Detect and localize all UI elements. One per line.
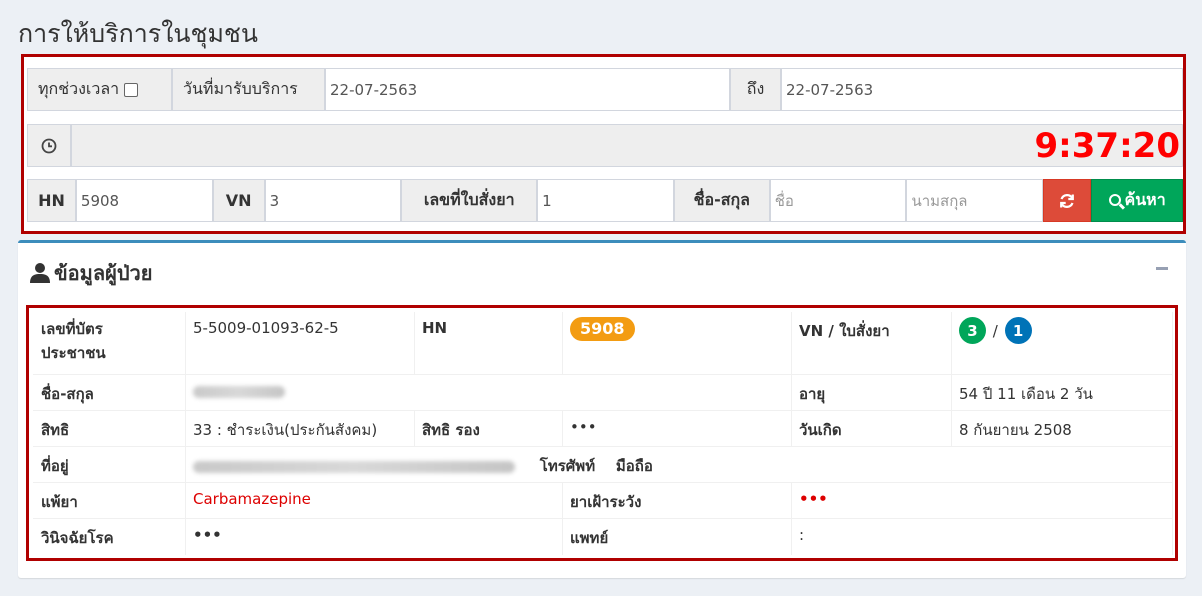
refresh-icon: [1060, 193, 1075, 208]
last-name-input[interactable]: นามสกุล: [906, 179, 1044, 222]
table-row: เลขที่บัตร ประชาชน 5-5009-01093-62-5 HN …: [33, 312, 1173, 375]
hn-input[interactable]: 5908: [75, 179, 213, 222]
page-title: การให้บริการในชุมชน: [18, 19, 258, 48]
mobile-label: มือถือ: [615, 457, 653, 475]
address-label: ที่อยู่: [41, 457, 69, 475]
age-value: 54 ปี 11 เดือน 2 วัน: [959, 385, 1093, 403]
hn-label: HN: [27, 179, 76, 222]
search-icon: [1108, 193, 1121, 206]
phone-label: โทรศัพท์: [539, 457, 596, 475]
search-button-label: ค้นหา: [1124, 190, 1166, 209]
table-row: ที่อยู่ โทรศัพท์ มือถือ: [33, 447, 1173, 483]
name-label: ชื่อ-สกุล: [41, 385, 94, 403]
hn-badge: 5908: [570, 317, 635, 341]
hn-value-cell: 5908: [562, 312, 791, 374]
vn-rx-label: VN / ใบสั่งยา: [799, 322, 890, 340]
birth-value: 8 กันยายน 2508: [959, 421, 1072, 439]
id-card-label: เลขที่บัตร ประชาชน: [33, 312, 185, 374]
right-value: 33 : ชำระเงิน(ประกันสังคม): [193, 421, 378, 439]
vn-badge: 3: [959, 317, 986, 344]
diagnosis-label: วินิจฉัยโรค: [41, 529, 114, 547]
rx-badge: 1: [1004, 317, 1032, 344]
collapse-icon[interactable]: [1156, 267, 1168, 270]
id-card-label-line2: ประชาชน: [41, 344, 106, 362]
rx-no-label: เลขที่ใบสั่งยา: [401, 179, 538, 222]
name-label: ชื่อ-สกุล: [673, 179, 770, 222]
allergy-label: แพ้ยา: [41, 493, 78, 511]
refresh-button[interactable]: [1043, 179, 1092, 222]
service-date-label: วันที่มารับบริการ: [172, 68, 325, 111]
age-label: อายุ: [799, 385, 826, 403]
clock-bar: 9:37:20: [71, 124, 1183, 167]
allergy-value: Carbamazepine: [193, 490, 311, 508]
table-row: ชื่อ-สกุล อายุ 54 ปี 11 เดือน 2 วัน: [33, 375, 1173, 411]
patient-info-table: เลขที่บัตร ประชาชน 5-5009-01093-62-5 HN …: [33, 312, 1173, 555]
first-name-input[interactable]: ชื่อ: [769, 179, 907, 222]
address-value: โทรศัพท์ มือถือ: [185, 447, 1085, 482]
clock-row: 9:37:20: [27, 124, 1183, 167]
clock-icon: [27, 124, 71, 167]
table-row: วินิจฉัยโรค ••• แพทย์ :: [33, 519, 1173, 555]
date-from-input[interactable]: 22-07-2563: [325, 68, 730, 111]
date-to-input[interactable]: 22-07-2563: [781, 68, 1183, 111]
all-time-addon[interactable]: ทุกช่วงเวลา: [27, 68, 172, 111]
name-value: [185, 375, 635, 410]
all-time-label: ทุกช่วงเวลา: [38, 79, 120, 98]
patient-info-box: ข้อมูลผู้ป่วย เลขที่บัตร ประชาชน 5-5009-…: [18, 240, 1186, 578]
watch-drug-label: ยาเฝ้าระวัง: [570, 493, 642, 511]
diagnosis-value: •••: [193, 526, 222, 544]
right-label: สิทธิ: [41, 421, 70, 439]
vn-rx-value-cell: 3 / 1: [951, 312, 1173, 374]
vn-label: VN: [212, 179, 265, 222]
table-row: สิทธิ 33 : ชำระเงิน(ประกันสังคม) สิทธิ ร…: [33, 411, 1173, 447]
id-card-value: 5-5009-01093-62-5: [193, 319, 339, 337]
doctor-label: แพทย์: [570, 529, 609, 547]
patient-search-row: HN 5908 VN 3 เลขที่ใบสั่งยา 1 ชื่อ-สกุล …: [27, 179, 1184, 222]
id-card-label-line1: เลขที่บัตร: [41, 320, 103, 338]
to-label: ถึง: [730, 68, 781, 111]
patient-info-panel: เลขที่บัตร ประชาชน 5-5009-01093-62-5 HN …: [26, 305, 1178, 561]
table-row: แพ้ยา Carbamazepine ยาเฝ้าระวัง •••: [33, 483, 1173, 519]
patient-info-title: ข้อมูลผู้ป่วย: [54, 261, 153, 285]
secondary-right-value: •••: [570, 418, 597, 436]
hn-label: HN: [422, 319, 448, 337]
secondary-right-label: สิทธิ รอง: [422, 421, 480, 439]
all-time-checkbox[interactable]: [124, 82, 139, 97]
clock-display: 9:37:20: [1034, 126, 1180, 166]
rx-no-input[interactable]: 1: [537, 179, 674, 222]
patient-info-header: ข้อมูลผู้ป่วย: [30, 257, 153, 289]
doctor-value: :: [799, 526, 805, 544]
search-button[interactable]: ค้นหา: [1091, 179, 1184, 222]
search-panel: ทุกช่วงเวลา วันที่มารับบริการ 22-07-2563…: [21, 54, 1186, 234]
vn-rx-separator: /: [992, 321, 998, 340]
date-range-row: ทุกช่วงเวลา วันที่มารับบริการ 22-07-2563…: [27, 68, 1183, 111]
birth-label: วันเกิด: [799, 421, 842, 439]
vn-input[interactable]: 3: [264, 179, 402, 222]
user-icon: [30, 263, 50, 283]
watch-drug-value: •••: [799, 490, 828, 508]
